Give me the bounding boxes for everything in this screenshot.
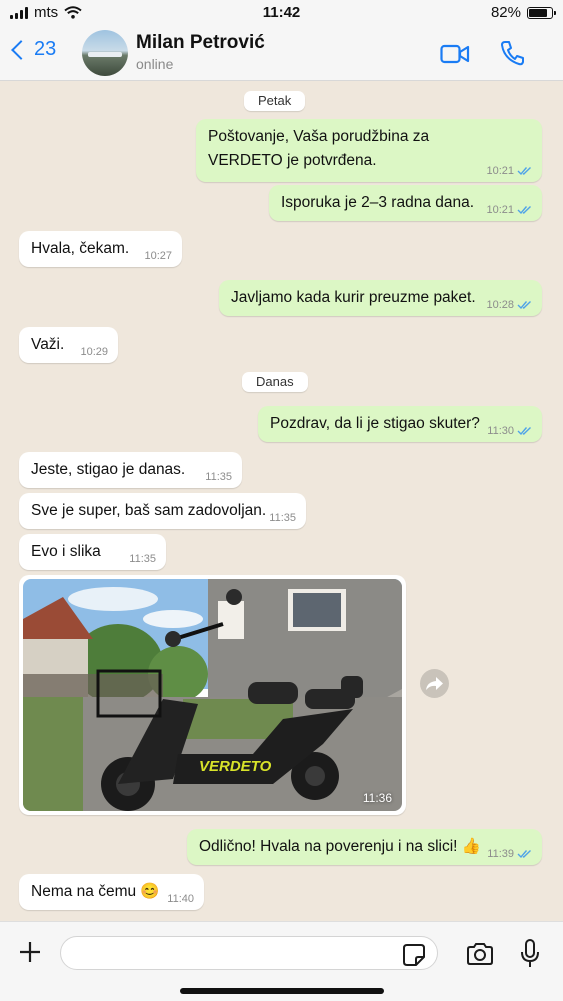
message-time: 10:21 (486, 204, 514, 216)
chevron-left-icon (11, 40, 31, 60)
home-indicator (180, 988, 384, 994)
image-time: 11:36 (362, 791, 392, 805)
message-time: 11:39 (487, 848, 514, 860)
message-bubble[interactable]: Javljamo kada kurir preuzme paket. 10:28 (219, 280, 542, 316)
message-time: 10:29 (80, 346, 108, 358)
message-meta: 10:21 (486, 204, 532, 216)
status-right: 82% (490, 4, 556, 21)
message-time: 11:30 (487, 425, 514, 437)
avatar[interactable] (82, 30, 128, 76)
double-check-icon (517, 849, 531, 859)
message-bubble[interactable]: Hvala, čekam. 10:27 (19, 231, 182, 267)
double-check-icon (517, 426, 531, 436)
status-bar: mts 11:42 82% (0, 0, 563, 26)
microphone-icon[interactable] (520, 939, 540, 969)
message-time: 11:35 (269, 512, 296, 524)
message-bubble[interactable]: Odlično! Hvala na poverenju i na slici! … (187, 829, 542, 865)
message-time: 11:40 (167, 893, 194, 905)
message-meta: 11:35 (205, 471, 232, 483)
message-meta: 10:29 (80, 346, 108, 358)
date-separator: Petak (244, 91, 306, 111)
battery-percent: 82% (490, 4, 521, 21)
message-bubble[interactable]: Poštovanje, Vaša porudžbina za VERDETO j… (196, 119, 542, 182)
phone-icon[interactable] (500, 40, 524, 66)
message-bubble[interactable]: Jeste, stigao je danas. 11:35 (19, 452, 242, 488)
contact-name[interactable]: Milan Petrović (136, 32, 265, 54)
message-bubble[interactable]: Pozdrav, da li je stigao skuter? 11:30 (258, 406, 542, 442)
message-time: 11:35 (129, 553, 156, 565)
double-check-icon (517, 205, 531, 215)
message-meta: 10:27 (144, 250, 172, 262)
message-text: Sve je super, baš sam zadovoljan. (31, 502, 267, 519)
input-bar (0, 921, 563, 1001)
chat-header: 23 Milan Petrović online (0, 26, 563, 81)
message-bubble[interactable]: Nema na čemu 😊 11:40 (19, 874, 204, 910)
message-meta: 10:28 (486, 299, 532, 311)
scooter-photo[interactable]: VERDETO 11:36 (23, 579, 402, 811)
scooter-brand-text: VERDETO (199, 758, 272, 775)
plus-icon[interactable] (18, 940, 42, 964)
message-meta: 11:40 (167, 893, 194, 905)
message-meta: 11:39 (487, 848, 532, 860)
message-input[interactable] (60, 936, 438, 970)
double-check-icon (517, 166, 531, 176)
back-button[interactable]: 23 (11, 38, 57, 61)
camera-icon[interactable] (466, 942, 494, 966)
unread-count: 23 (34, 38, 57, 60)
photo-scene: VERDETO (23, 579, 402, 811)
forward-icon (426, 677, 443, 690)
message-time: 10:21 (486, 165, 514, 177)
forward-button[interactable] (420, 669, 449, 698)
battery-icon (527, 6, 556, 19)
message-bubble[interactable]: Isporuka je 2–3 radna dana. 10:21 (269, 185, 542, 221)
double-check-icon (517, 300, 531, 310)
sticker-icon[interactable] (403, 944, 425, 966)
video-camera-icon[interactable] (440, 43, 470, 65)
message-bubble[interactable]: Važi. 10:29 (19, 327, 118, 363)
message-time: 10:27 (144, 250, 172, 262)
message-meta: 11:35 (129, 553, 156, 565)
message-meta: 11:30 (487, 425, 532, 437)
date-separator: Danas (242, 372, 308, 392)
message-meta: 10:21 (486, 165, 532, 177)
message-time: 10:28 (486, 299, 514, 311)
contact-status: online (136, 56, 174, 72)
clock: 11:42 (262, 4, 301, 21)
image-message[interactable]: VERDETO 11:36 (19, 575, 406, 815)
message-bubble[interactable]: Evo i slika 11:35 (19, 534, 166, 570)
message-time: 11:35 (205, 471, 232, 483)
message-meta: 11:35 (269, 512, 296, 524)
message-bubble[interactable]: Sve je super, baš sam zadovoljan. 11:35 (19, 493, 306, 529)
